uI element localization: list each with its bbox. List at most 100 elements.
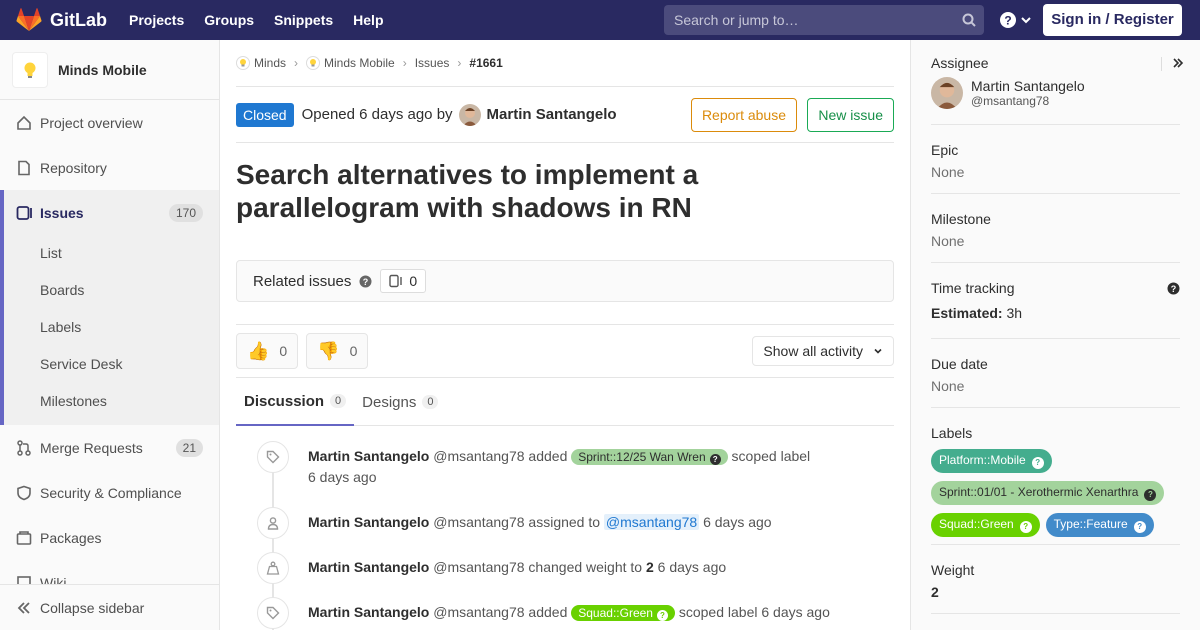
nav-groups[interactable]: Groups [204,12,254,28]
tab-count-badge: 0 [330,394,347,408]
scoped-label[interactable]: Squad::Green? [571,605,675,621]
labels-list: Platform::Mobile? Sprint::01/01 - Xeroth… [931,445,1180,541]
label-squad-green[interactable]: Squad::Green? [931,513,1040,537]
double-chevron-right-icon[interactable] [1172,57,1184,69]
sidebar-subitem-boards[interactable]: Boards [0,272,219,309]
labels-block: Labels Platform::Mobile? Sprint::01/01 -… [931,408,1180,545]
note-action-suffix: scoped label [731,448,811,464]
note-author[interactable]: Martin Santangelo [308,559,429,575]
assignee-name: Martin Santangelo [971,78,1085,94]
label-platform-mobile[interactable]: Platform::Mobile? [931,449,1052,473]
note-time: 6 days ago [703,514,772,530]
avatar[interactable] [458,103,481,126]
sidebar-subitem-list[interactable]: List [0,235,219,272]
note-username[interactable]: @msantang78 [433,559,524,575]
user-mention-link[interactable]: @msantang78 [603,514,700,530]
status-badge: Closed [236,102,294,127]
due-date-title: Due date [931,356,988,372]
note-time: 6 days ago [657,559,727,575]
sidebar-item-merge-requests[interactable]: Merge Requests 21 [0,425,219,470]
tab-designs[interactable]: Designs 0 [354,378,446,426]
sidebar-item-packages[interactable]: Packages [0,515,219,560]
search-icon [962,13,976,27]
scoped-label[interactable]: Sprint::12/25 Wan Wren? [571,449,728,465]
label-type-feature[interactable]: Type::Feature? [1045,513,1154,537]
thumbs-up-button[interactable]: 👍 0 [236,333,299,369]
breadcrumb-minds-mobile[interactable]: Minds Mobile [306,56,395,70]
note-time: 6 days ago [308,469,377,485]
sidebar-item-label: Security & Compliance [40,484,182,501]
question-icon: ? [1031,457,1044,469]
breadcrumb-minds[interactable]: Minds [236,56,286,70]
label-sprint[interactable]: Sprint::01/01 - Xerothermic Xenarthra? [931,481,1165,505]
sidebar-item-security[interactable]: Security & Compliance [0,470,219,515]
assignee-user[interactable]: Martin Santangelo @msantang78 [931,77,1180,109]
weight-value: 2 [931,584,939,600]
sign-in-button[interactable]: Sign in / Register [1043,4,1182,36]
main-content: Minds › Minds Mobile › Issues › #1661 Cl… [236,40,894,630]
tab-discussion[interactable]: Discussion 0 [236,378,355,426]
weight-icon [257,552,289,584]
breadcrumb-separator: › [457,56,462,70]
svg-text:?: ? [1004,14,1011,28]
thumbs-down-count: 0 [349,343,358,359]
activity-filter-label: Show all activity [763,343,863,359]
note-username[interactable]: @msantang78 [433,448,524,464]
note-action: changed weight to [528,559,643,575]
issues-icon [16,205,32,220]
note-author[interactable]: Martin Santangelo [308,514,429,530]
report-abuse-button[interactable]: Report abuse [690,98,797,132]
activity-timeline: Martin Santangelo @msantang78 added Spri… [236,441,894,630]
note-action-suffix: scoped label [678,604,758,620]
related-issues-count[interactable]: 0 [380,269,427,293]
epic-title: Epic [931,142,959,158]
note-author[interactable]: Martin Santangelo [308,604,429,620]
double-chevron-left-icon [17,601,30,614]
sidebar-item-issues[interactable]: Issues 170 [0,190,219,235]
time-tracking-title: Time tracking [931,280,1015,296]
related-count-value: 0 [409,273,418,289]
question-icon[interactable]: ? [359,275,372,288]
sidebar-item-overview[interactable]: Project overview [0,100,219,145]
gitlab-logo[interactable]: GitLab [16,0,107,40]
note-username[interactable]: @msantang78 [433,514,524,530]
nav-snippets[interactable]: Snippets [274,12,333,28]
lightbulb-icon [24,62,36,78]
breadcrumb: Minds › Minds Mobile › Issues › #1661 [236,40,894,87]
collapse-sidebar-button[interactable]: Collapse sidebar [0,584,219,630]
nav-help[interactable]: Help [353,12,383,28]
related-issues-label: Related issues [253,272,352,290]
breadcrumb-issues[interactable]: Issues [415,56,450,70]
help-dropdown[interactable]: ? [999,11,1032,29]
merge-request-icon [17,439,31,456]
note-username[interactable]: @msantang78 [433,604,524,620]
question-icon: ? [656,610,668,621]
sidebar-item-label: Repository [40,159,107,176]
sidebar-subitem-labels[interactable]: Labels [0,309,219,346]
mr-count-badge: 21 [175,438,203,457]
breadcrumb-separator: › [402,56,407,70]
thumbs-down-button[interactable]: 👎 0 [306,333,369,369]
nav-projects[interactable]: Projects [129,12,184,28]
sidebar-item-repository[interactable]: Repository [0,145,219,190]
activity-filter-dropdown[interactable]: Show all activity [752,336,894,366]
project-header[interactable]: Minds Mobile [0,40,219,100]
label-text: Squad::Green [578,606,653,620]
breadcrumb-issue-number[interactable]: #1661 [469,56,502,70]
milestone-value: None [931,233,965,249]
sidebar-subitem-milestones[interactable]: Milestones [0,383,219,425]
new-issue-button[interactable]: New issue [807,98,894,132]
tab-count-badge: 0 [422,395,439,409]
weight-block: Weight 2 [931,545,1180,614]
note-author[interactable]: Martin Santangelo [308,448,429,464]
note-action: added [528,604,568,620]
divider [1161,57,1162,71]
sidebar-subitem-service-desk[interactable]: Service Desk [0,346,219,383]
epic-block: Epic None [931,125,1180,194]
labels-title: Labels [931,425,973,441]
search-input[interactable]: Search or jump to… [664,5,984,35]
breadcrumb-label: Minds [254,56,287,70]
question-icon[interactable]: ? [1167,282,1180,295]
author-name[interactable]: Martin Santangelo [487,106,617,123]
assignee-title: Assignee [931,55,989,71]
